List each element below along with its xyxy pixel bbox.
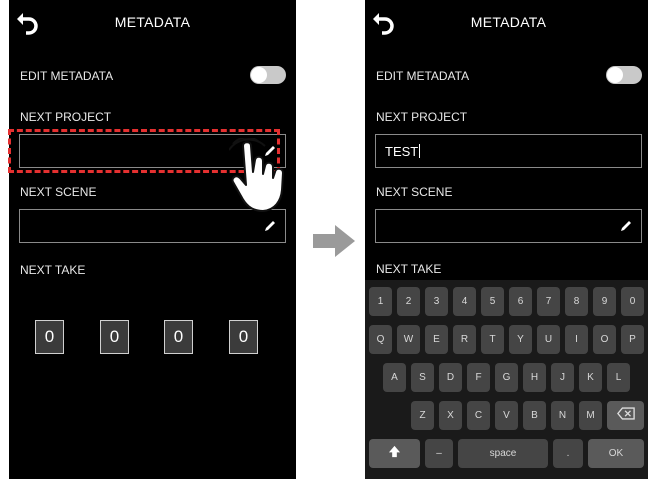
next-scene-label: NEXT SCENE: [376, 185, 453, 199]
key-w[interactable]: W: [397, 325, 420, 354]
page-title: METADATA: [114, 14, 191, 30]
key-e[interactable]: E: [425, 325, 448, 354]
hand-tap-icon: [229, 138, 284, 212]
dot-key[interactable]: .: [553, 439, 583, 468]
right-screen: METADATA EDIT METADATA NEXT PROJECT TEST…: [365, 0, 648, 479]
edit-metadata-toggle[interactable]: [250, 66, 286, 84]
key-5[interactable]: 5: [481, 287, 504, 316]
key-o[interactable]: O: [593, 325, 616, 354]
on-screen-keyboard: 1 2 3 4 5 6 7 8 9 0 Q W E R T Y U I O P …: [365, 280, 648, 479]
key-j[interactable]: J: [551, 363, 574, 392]
key-z[interactable]: Z: [411, 401, 434, 430]
next-take-label: NEXT TAKE: [20, 263, 86, 277]
key-k[interactable]: K: [579, 363, 602, 392]
key-f[interactable]: F: [467, 363, 490, 392]
next-project-value-wrap: TEST: [385, 144, 421, 159]
next-take-label: NEXT TAKE: [376, 262, 442, 276]
key-2[interactable]: 2: [397, 287, 420, 316]
key-a[interactable]: A: [383, 363, 406, 392]
key-8[interactable]: 8: [565, 287, 588, 316]
key-x[interactable]: X: [439, 401, 462, 430]
edit-metadata-label: EDIT METADATA: [376, 69, 470, 83]
edit-metadata-toggle[interactable]: [606, 66, 642, 84]
next-project-field[interactable]: TEST: [375, 134, 642, 168]
toggle-knob: [607, 67, 623, 83]
next-project-label: NEXT PROJECT: [20, 110, 112, 124]
key-l[interactable]: L: [607, 363, 630, 392]
key-7[interactable]: 7: [537, 287, 560, 316]
key-h[interactable]: H: [523, 363, 546, 392]
key-u[interactable]: U: [537, 325, 560, 354]
key-s[interactable]: S: [411, 363, 434, 392]
edit-metadata-label: EDIT METADATA: [20, 69, 114, 83]
left-screen: METADATA EDIT METADATA NEXT PROJECT NEXT…: [9, 0, 296, 479]
take-digit[interactable]: 0: [35, 320, 64, 354]
space-key[interactable]: space: [458, 439, 548, 468]
key-1[interactable]: 1: [369, 287, 392, 316]
shift-up-arrow-icon: [388, 445, 401, 458]
key-n[interactable]: N: [551, 401, 574, 430]
key-0[interactable]: 0: [621, 287, 644, 316]
key-6[interactable]: 6: [509, 287, 532, 316]
shift-key[interactable]: [369, 439, 420, 468]
key-g[interactable]: G: [495, 363, 518, 392]
next-project-label: NEXT PROJECT: [376, 110, 468, 124]
toggle-knob: [251, 67, 267, 83]
key-3[interactable]: 3: [425, 287, 448, 316]
header: METADATA: [365, 0, 648, 48]
key-9[interactable]: 9: [593, 287, 616, 316]
take-digit[interactable]: 0: [100, 320, 129, 354]
key-i[interactable]: I: [565, 325, 588, 354]
next-scene-field[interactable]: [375, 209, 642, 243]
key-q[interactable]: Q: [369, 325, 392, 354]
pencil-icon: [621, 221, 631, 231]
key-b[interactable]: B: [523, 401, 546, 430]
right-arrow-icon: [313, 225, 355, 257]
next-project-value: TEST: [385, 144, 419, 159]
dash-key[interactable]: –: [425, 439, 453, 468]
key-m[interactable]: M: [579, 401, 602, 430]
backspace-key[interactable]: [607, 401, 644, 430]
key-c[interactable]: C: [467, 401, 490, 430]
next-scene-label: NEXT SCENE: [20, 185, 97, 199]
pencil-icon: [265, 221, 275, 231]
key-v[interactable]: V: [495, 401, 518, 430]
key-p[interactable]: P: [621, 325, 644, 354]
key-y[interactable]: Y: [509, 325, 532, 354]
take-digit[interactable]: 0: [229, 320, 258, 354]
page-title: METADATA: [470, 14, 547, 30]
header: METADATA: [9, 0, 296, 48]
ok-key[interactable]: OK: [588, 439, 644, 468]
key-4[interactable]: 4: [453, 287, 476, 316]
take-digit[interactable]: 0: [164, 320, 193, 354]
backspace-icon: [616, 407, 635, 420]
key-r[interactable]: R: [453, 325, 476, 354]
text-caret: [419, 144, 421, 158]
key-t[interactable]: T: [481, 325, 504, 354]
key-d[interactable]: D: [439, 363, 462, 392]
